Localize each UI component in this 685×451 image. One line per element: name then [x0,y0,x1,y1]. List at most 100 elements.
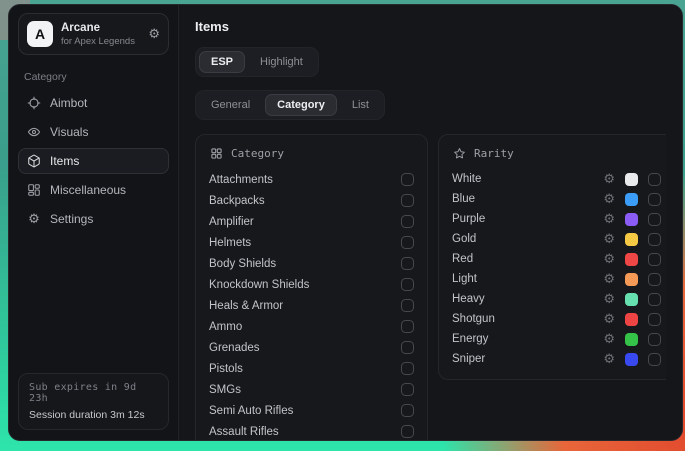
checkbox-pistols[interactable] [401,362,414,375]
sub-expires-text: Sub expires in 9d 23h [29,382,158,404]
gear-icon[interactable]: ⚙ [603,293,615,306]
color-swatch-energy[interactable] [625,333,638,346]
category-row: Heals & Armor [209,295,414,316]
rarity-row: Heavy ⚙ [452,289,661,309]
category-row: Helmets [209,232,414,253]
checkbox-rarity-sniper[interactable] [648,353,661,366]
page-title: Items [195,19,666,34]
category-row: Ammo [209,316,414,337]
checkbox-semi-auto-rifles[interactable] [401,404,414,417]
main-content: Items ESP Highlight General Category Lis… [179,5,682,440]
box-icon [27,154,41,168]
view-tab-group: General Category List [195,90,385,120]
rarity-row: Gold ⚙ [452,229,661,249]
category-row: Assault Rifles [209,421,414,440]
panels-row: Category Attachments Backpacks Amplifier… [195,134,666,440]
rarity-row: Red ⚙ [452,249,661,269]
checkbox-rarity-energy[interactable] [648,333,661,346]
subtab-list[interactable]: List [340,94,381,116]
star-icon [453,147,466,160]
category-panel-title: Category [231,147,284,160]
gear-icon[interactable]: ⚙ [603,193,615,206]
category-panel: Category Attachments Backpacks Amplifier… [195,134,428,440]
checkbox-smgs[interactable] [401,383,414,396]
category-rows: Attachments Backpacks Amplifier Helmets … [209,169,414,440]
rarity-row: Energy ⚙ [452,329,661,349]
sidebar-item-settings[interactable]: ⚙ Settings [18,206,169,232]
sidebar-section-label: Category [24,71,163,83]
color-swatch-blue[interactable] [625,193,638,206]
gear-icon[interactable]: ⚙ [603,333,615,346]
checkbox-rarity-light[interactable] [648,273,661,286]
gear-icon[interactable]: ⚙ [603,213,615,226]
category-row: Amplifier [209,211,414,232]
mode-tab-group: ESP Highlight [195,47,319,77]
app-logo: A [27,21,53,47]
checkbox-backpacks[interactable] [401,194,414,207]
gear-icon[interactable]: ⚙ [603,273,615,286]
rarity-row: Shotgun ⚙ [452,309,661,329]
rarity-row: Light ⚙ [452,269,661,289]
gear-icon[interactable]: ⚙ [603,233,615,246]
subtab-general[interactable]: General [199,94,262,116]
color-swatch-heavy[interactable] [625,293,638,306]
gear-icon[interactable]: ⚙ [603,313,615,326]
color-swatch-white[interactable] [625,173,638,186]
app-title: Arcane [61,22,135,34]
gear-icon: ⚙ [27,212,41,226]
category-row: Attachments [209,169,414,190]
color-swatch-gold[interactable] [625,233,638,246]
rarity-panel-title: Rarity [474,147,514,160]
dashboard-icon [27,183,41,197]
checkbox-ammo[interactable] [401,320,414,333]
checkbox-grenades[interactable] [401,341,414,354]
subscription-card: Sub expires in 9d 23h Session duration 3… [18,373,169,430]
session-duration-text: Session duration 3m 12s [29,409,158,421]
app-window: A Arcane for Apex Legends ⚙ Category Aim… [8,4,683,441]
color-swatch-shotgun[interactable] [625,313,638,326]
sidebar-item-items[interactable]: Items [18,148,169,174]
checkbox-rarity-red[interactable] [648,253,661,266]
subtab-category[interactable]: Category [265,94,337,116]
rarity-rows: White ⚙ Blue ⚙ Purple ⚙ Gold ⚙ Red ⚙ Lig… [452,169,661,369]
checkbox-heals-armor[interactable] [401,299,414,312]
eye-icon [27,125,41,139]
category-row: Backpacks [209,190,414,211]
crosshair-icon [27,96,41,110]
checkbox-rarity-purple[interactable] [648,213,661,226]
gear-icon[interactable]: ⚙ [603,353,615,366]
checkbox-attachments[interactable] [401,173,414,186]
checkbox-rarity-gold[interactable] [648,233,661,246]
color-swatch-purple[interactable] [625,213,638,226]
sidebar-item-miscellaneous[interactable]: Miscellaneous [18,177,169,203]
checkbox-body-shields[interactable] [401,257,414,270]
gear-icon[interactable]: ⚙ [603,173,615,186]
sidebar-item-visuals[interactable]: Visuals [18,119,169,145]
checkbox-knockdown-shields[interactable] [401,278,414,291]
gear-icon[interactable]: ⚙ [148,27,160,41]
sidebar-item-aimbot[interactable]: Aimbot [18,90,169,116]
category-row: Pistols [209,358,414,379]
category-row: SMGs [209,379,414,400]
checkbox-helmets[interactable] [401,236,414,249]
tab-highlight[interactable]: Highlight [248,51,315,73]
checkbox-assault-rifles[interactable] [401,425,414,438]
sidebar: A Arcane for Apex Legends ⚙ Category Aim… [9,5,179,440]
sidebar-nav: Aimbot Visuals Items Miscellaneous ⚙ Set… [18,90,169,232]
checkbox-rarity-heavy[interactable] [648,293,661,306]
color-swatch-sniper[interactable] [625,353,638,366]
checkbox-rarity-blue[interactable] [648,193,661,206]
rarity-panel: Rarity White ⚙ Blue ⚙ Purple ⚙ Gold ⚙ Re… [438,134,666,380]
tab-esp[interactable]: ESP [199,51,245,73]
category-row: Knockdown Shields [209,274,414,295]
gear-icon[interactable]: ⚙ [603,253,615,266]
app-subtitle: for Apex Legends [61,36,135,47]
rarity-row: Blue ⚙ [452,189,661,209]
rarity-row: White ⚙ [452,169,661,189]
checkbox-rarity-shotgun[interactable] [648,313,661,326]
color-swatch-red[interactable] [625,253,638,266]
category-row: Body Shields [209,253,414,274]
checkbox-rarity-white[interactable] [648,173,661,186]
color-swatch-light[interactable] [625,273,638,286]
checkbox-amplifier[interactable] [401,215,414,228]
